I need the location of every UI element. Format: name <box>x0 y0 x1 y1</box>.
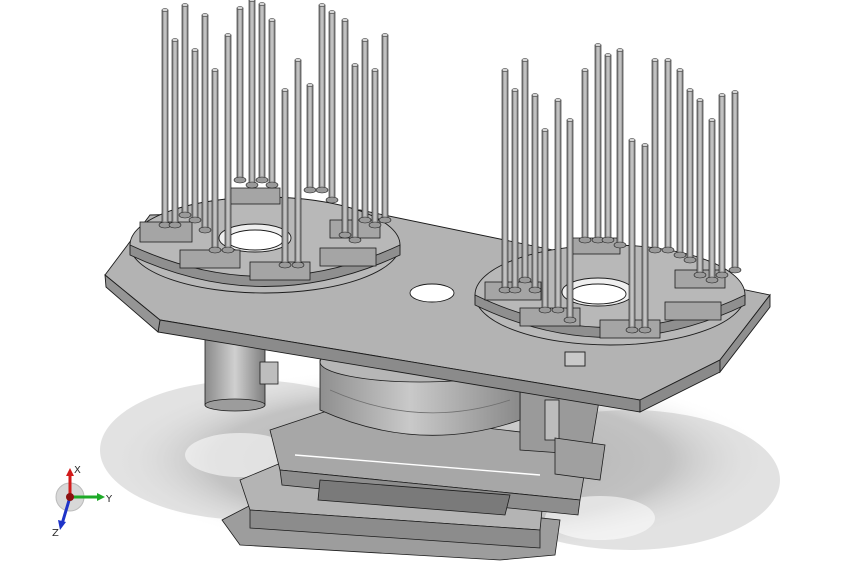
cad-model-render[interactable] <box>0 0 867 562</box>
pin-37 <box>683 88 697 264</box>
y-axis-label: Y <box>105 494 113 505</box>
pin-31 <box>613 48 627 249</box>
z-axis-label: Z <box>52 528 59 539</box>
pin-36 <box>673 68 687 259</box>
pin-35 <box>661 58 675 254</box>
pin-9 <box>255 2 269 184</box>
pin-4 <box>198 13 212 234</box>
pin-41 <box>728 90 742 274</box>
orientation-triad[interactable]: X Y Z <box>40 462 120 542</box>
pin-20 <box>378 33 392 224</box>
pin-39 <box>705 118 719 284</box>
pin-30 <box>601 53 615 244</box>
pin-28 <box>578 68 592 244</box>
pin-40 <box>715 93 729 279</box>
pin-18 <box>358 38 372 224</box>
pin-10 <box>265 18 279 189</box>
z-axis-arrowhead-icon <box>58 520 66 530</box>
y-axis-arrowhead-icon <box>97 493 105 501</box>
pin-19 <box>368 68 382 229</box>
triad-origin-icon <box>66 493 74 501</box>
pin-13 <box>303 83 317 194</box>
pin-14 <box>315 3 329 194</box>
3d-viewport[interactable]: X Y Z <box>0 0 867 562</box>
pin-38 <box>693 98 707 279</box>
pin-29 <box>591 43 605 244</box>
pin-15 <box>325 10 339 204</box>
pin-1 <box>168 38 182 229</box>
pin-8 <box>245 0 259 189</box>
pin-3 <box>188 48 202 224</box>
x-axis-label: X <box>74 465 81 476</box>
pin-7 <box>233 6 247 184</box>
x-axis-arrowhead-icon <box>66 468 74 476</box>
pin-34 <box>648 58 662 254</box>
pin-0 <box>158 8 172 229</box>
pin-2 <box>178 3 192 219</box>
